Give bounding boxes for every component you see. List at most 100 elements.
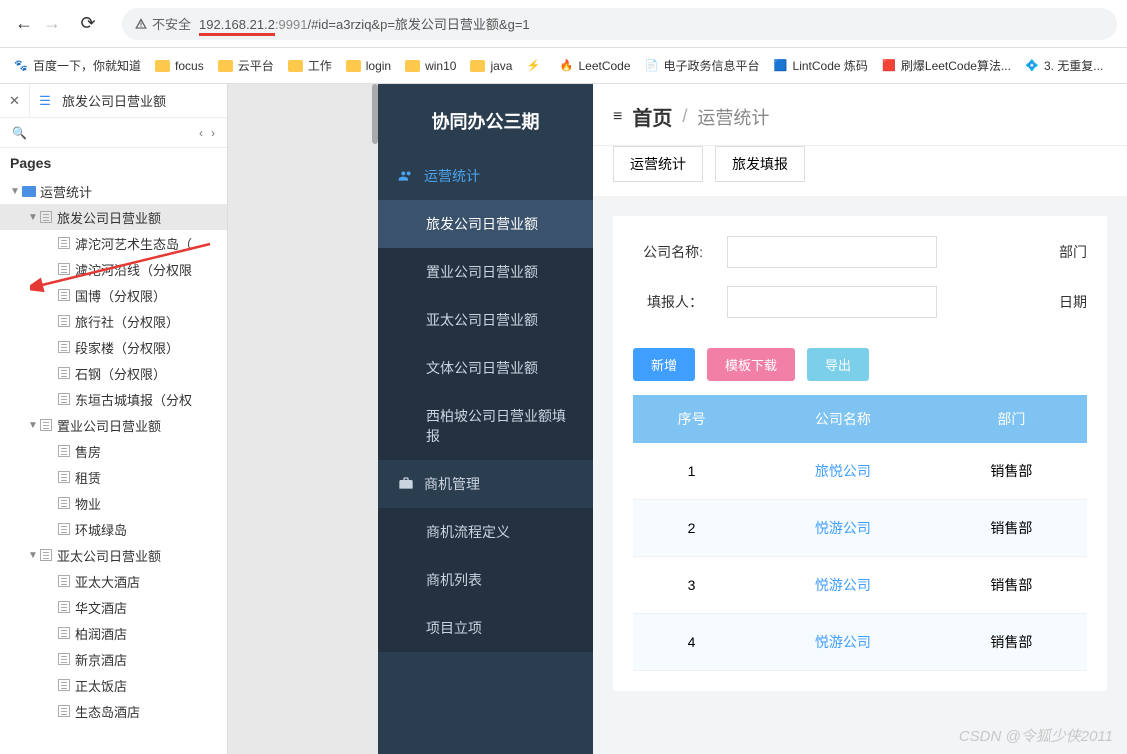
tree-item[interactable]: ▼置业公司日营业额 (0, 412, 227, 438)
close-button[interactable]: ✕ (0, 84, 30, 117)
page-icon (58, 679, 70, 691)
company-input[interactable] (727, 236, 937, 268)
breadcrumb-sep: / (682, 106, 687, 127)
tree-item[interactable]: 石钢（分权限） (0, 360, 227, 386)
add-button[interactable]: 新增 (633, 348, 695, 381)
table-row: 2 悦游公司 销售部 (633, 500, 1087, 557)
pages-tree[interactable]: ▼运营统计▼旅发公司日营业额滹沱河艺术生态岛（滹沱河沿线（分权限国博（分权限）旅… (0, 178, 227, 754)
tree-item[interactable]: 柏润酒店 (0, 620, 227, 646)
template-button[interactable]: 模板下载 (707, 348, 795, 381)
cell-company: 旅悦公司 (750, 443, 936, 500)
menu-icon[interactable]: ☰ (30, 93, 60, 109)
sidebar-group[interactable]: 运营统计 (378, 152, 593, 200)
pages-header: Pages (0, 148, 227, 178)
tree-item[interactable]: 国博（分权限） (0, 282, 227, 308)
sidebar-sub-item[interactable]: 西柏坡公司日营业额填报 (378, 392, 593, 460)
prev-icon[interactable]: ‹ (195, 126, 207, 140)
main-tab[interactable]: 运营统计 (613, 146, 703, 182)
sidebar-sub-item[interactable]: 商机流程定义 (378, 508, 593, 556)
next-icon[interactable]: › (207, 126, 219, 140)
tree-item[interactable]: 租赁 (0, 464, 227, 490)
page-icon (58, 341, 70, 353)
tree-item[interactable]: 段家楼（分权限） (0, 334, 227, 360)
tree-item[interactable]: 正太饭店 (0, 672, 227, 698)
tree-item[interactable]: ▼ 运营统计 (0, 178, 227, 204)
tree-item[interactable]: 滹沱河艺术生态岛（ (0, 230, 227, 256)
back-button[interactable]: ← (10, 10, 38, 38)
bookmark-item[interactable]: java (470, 59, 512, 73)
tree-item[interactable]: 华文酒店 (0, 594, 227, 620)
bookmark-label: java (490, 59, 512, 73)
page-icon (58, 705, 70, 717)
tree-label: 环城绿岛 (75, 520, 127, 539)
company-link[interactable]: 旅悦公司 (815, 463, 871, 479)
tree-item[interactable]: 滹沱河沿线（分权限 (0, 256, 227, 282)
breadcrumb-home[interactable]: 首页 (632, 102, 672, 131)
tree-label: 段家楼（分权限） (75, 338, 179, 357)
company-link[interactable]: 悦游公司 (815, 634, 871, 650)
address-bar[interactable]: 不安全 192.168.21.2:9991/#id=a3rziq&p=旅发公司日… (122, 8, 1117, 40)
sidebar-sub-item[interactable]: 旅发公司日营业额 (378, 200, 593, 248)
cell-idx: 2 (633, 500, 750, 557)
twisty-icon[interactable]: ▼ (8, 186, 22, 197)
forward-button[interactable]: → (38, 10, 66, 38)
tree-item[interactable]: 东垣古城填报（分权 (0, 386, 227, 412)
sidebar-group[interactable]: 商机管理 (378, 460, 593, 508)
sidebar-sub-item[interactable]: 文体公司日营业额 (378, 344, 593, 392)
bookmark-item[interactable]: 🔥LeetCode (559, 59, 630, 73)
tree-item[interactable]: 售房 (0, 438, 227, 464)
bookmark-item[interactable]: 🟥刷爆LeetCode算法... (882, 57, 1011, 74)
briefcase-icon (398, 476, 414, 492)
insecure-badge: 不安全 (134, 14, 191, 33)
dev-tab-strip: ✕ ☰ 旅发公司日营业额 (0, 84, 227, 118)
bookmark-item[interactable]: 云平台 (218, 57, 274, 74)
tree-item[interactable]: 亚太大酒店 (0, 568, 227, 594)
tree-item[interactable]: ▼旅发公司日营业额 (0, 204, 227, 230)
tree-item[interactable]: ▼亚太公司日营业额 (0, 542, 227, 568)
bookmark-item[interactable]: 📄电子政务信息平台 (645, 57, 760, 74)
company-link[interactable]: 悦游公司 (815, 520, 871, 536)
bookmark-item[interactable]: 💠3. 无重复... (1025, 57, 1103, 74)
sidebar-sub-item[interactable]: 置业公司日营业额 (378, 248, 593, 296)
bookmark-item[interactable]: 工作 (288, 57, 332, 74)
tree-item[interactable]: 旅行社（分权限） (0, 308, 227, 334)
main-tab[interactable]: 旅发填报 (715, 146, 805, 182)
cell-company: 悦游公司 (750, 500, 936, 557)
bookmarks-bar: 🐾百度一下，你就知道 focus 云平台工作 login win10 java ⚡ 🔥Leet… (0, 48, 1127, 84)
bookmark-item[interactable]: win10 (405, 59, 456, 73)
breadcrumb-icon: ≡ (613, 108, 622, 126)
export-button[interactable]: 导出 (807, 348, 869, 381)
tree-item[interactable]: 环城绿岛 (0, 516, 227, 542)
bookmark-label: 电子政务信息平台 (664, 57, 760, 74)
lightning-icon: ⚡ (526, 59, 540, 73)
scrollbar-thumb[interactable] (372, 84, 378, 144)
folder-icon (288, 60, 303, 72)
twisty-icon[interactable]: ▼ (26, 212, 40, 223)
sidebar-sub-item[interactable]: 亚太公司日营业额 (378, 296, 593, 344)
tree-item[interactable]: 物业 (0, 490, 227, 516)
content-panel: 公司名称: 部门 填报人： 日期 新增 模板下载 导出 序号公司 (613, 216, 1107, 691)
bookmark-label: 3. 无重复... (1044, 57, 1103, 74)
sidebar-sub-item[interactable]: 项目立项 (378, 604, 593, 652)
bookmark-item[interactable]: ⚡ (526, 59, 545, 73)
reporter-input[interactable] (727, 286, 937, 318)
bookmark-item[interactable]: focus (155, 59, 204, 73)
search-icon[interactable]: 🔍 (8, 126, 31, 140)
folder-icon (22, 186, 36, 197)
tree-item[interactable]: 新京酒店 (0, 646, 227, 672)
tree-item[interactable]: 生态岛酒店 (0, 698, 227, 724)
reload-button[interactable]: ⟳ (74, 10, 102, 38)
bookmark-label: win10 (425, 59, 456, 73)
page-icon (58, 393, 70, 405)
tree-label: 运营统计 (40, 182, 92, 201)
app-area: 协同办公三期 运营统计旅发公司日营业额置业公司日营业额亚太公司日营业额文体公司日… (228, 84, 1127, 754)
table-row: 4 悦游公司 销售部 (633, 614, 1087, 671)
twisty-icon[interactable]: ▼ (26, 550, 40, 561)
company-link[interactable]: 悦游公司 (815, 577, 871, 593)
sidebar-sub-item[interactable]: 商机列表 (378, 556, 593, 604)
bookmark-item[interactable]: login (346, 59, 391, 73)
bookmark-item[interactable]: 🟦LintCode 炼码 (774, 57, 868, 74)
bookmark-label: 刷爆LeetCode算法... (901, 57, 1011, 74)
bookmark-item[interactable]: 🐾百度一下，你就知道 (14, 57, 141, 74)
twisty-icon[interactable]: ▼ (26, 420, 40, 431)
